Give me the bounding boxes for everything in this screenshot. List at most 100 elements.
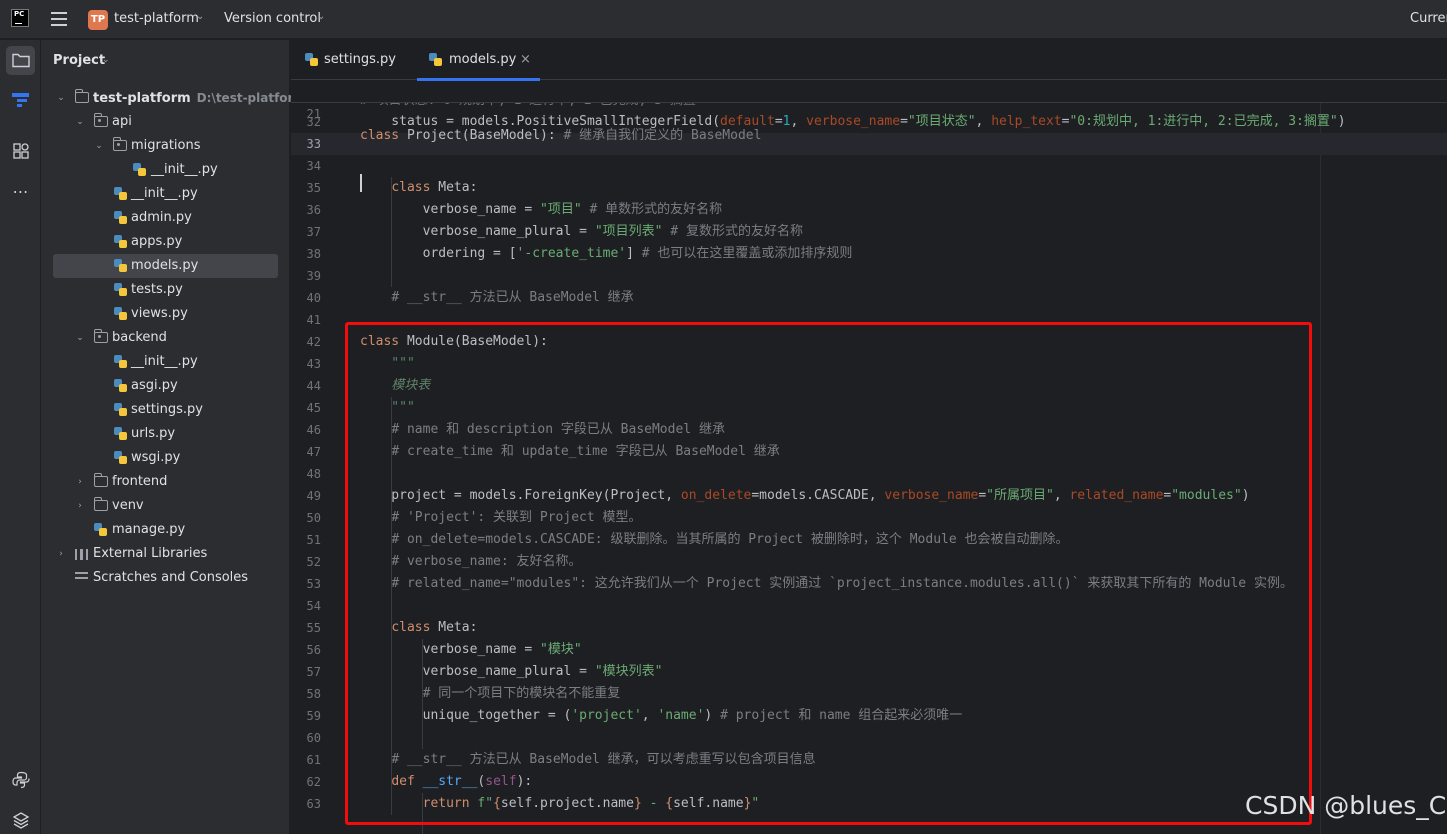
- tree-item-api[interactable]: ⌄ api: [53, 110, 278, 134]
- tree-item-scratches[interactable]: Scratches and Consoles: [53, 566, 278, 590]
- code-line[interactable]: 36 verbose_name = "项目" # 单数形式的友好名称: [291, 199, 1447, 221]
- folder-icon[interactable]: [6, 46, 35, 75]
- code-line[interactable]: 49 project = models.ForeignKey(Project, …: [291, 485, 1447, 507]
- code-line[interactable]: 50 # 'Project': 关联到 Project 模型。: [291, 507, 1447, 529]
- tree-item-file[interactable]: __init__.py: [53, 350, 278, 374]
- chevron-down-icon[interactable]: ⌄: [74, 110, 86, 134]
- chevron-down-icon[interactable]: ⌄: [317, 11, 325, 22]
- line-number: 40: [306, 291, 321, 305]
- chevron-down-icon[interactable]: ⌄: [196, 11, 204, 22]
- code-line[interactable]: 45 """: [291, 397, 1447, 419]
- code-line[interactable]: 53 # related_name="modules": 这允许我们从一个 Pr…: [291, 573, 1447, 595]
- project-badge[interactable]: TP: [88, 10, 108, 30]
- line-number: 35: [306, 181, 321, 195]
- tree-item-backend[interactable]: ⌄ backend: [53, 326, 278, 350]
- package-icon: [94, 113, 108, 127]
- chevron-down-icon[interactable]: ⌄: [55, 86, 67, 110]
- python-file-icon: [94, 523, 107, 536]
- tree-item-file[interactable]: manage.py: [53, 518, 278, 542]
- code-area[interactable]: 21 class Project(BaseModel): # 继承自我们定义的 …: [291, 81, 1447, 834]
- line-number: 60: [306, 731, 321, 745]
- line-number: 62: [306, 775, 321, 789]
- chevron-down-icon[interactable]: ⌄: [74, 326, 86, 350]
- line-number: 58: [306, 687, 321, 701]
- vcs-widget[interactable]: Version control: [224, 11, 321, 26]
- panel-title[interactable]: Project: [53, 53, 105, 68]
- code-line[interactable]: 48: [291, 463, 1447, 485]
- more-icon[interactable]: ⋯: [6, 177, 35, 206]
- tree-item-migrations[interactable]: ⌄ migrations: [53, 134, 278, 158]
- tree-item-file[interactable]: settings.py: [53, 398, 278, 422]
- chevron-right-icon[interactable]: ›: [74, 494, 86, 518]
- code-line[interactable]: 52 # verbose_name: 友好名称。: [291, 551, 1447, 573]
- pycharm-logo-icon[interactable]: PC: [11, 9, 29, 27]
- tree-item-venv[interactable]: › venv: [53, 494, 278, 518]
- code-line[interactable]: 41: [291, 309, 1447, 331]
- tree-item-file[interactable]: admin.py: [53, 206, 278, 230]
- code-line[interactable]: 62 def __str__(self):: [291, 771, 1447, 793]
- tab-settings-py[interactable]: settings.py: [303, 40, 413, 80]
- tree-item-file[interactable]: views.py: [53, 302, 278, 326]
- python-file-icon: [114, 379, 127, 392]
- sticky-line[interactable]: 21 class Project(BaseModel): # 继承自我们定义的 …: [291, 81, 1447, 143]
- chevron-down-icon[interactable]: ⌄: [102, 55, 110, 65]
- code-line[interactable]: 60: [291, 727, 1447, 749]
- code-line[interactable]: 34: [291, 155, 1447, 177]
- code-line[interactable]: 61 # __str__ 方法已从 BaseModel 继承，可以考虑重写以包含…: [291, 749, 1447, 771]
- code-text: verbose_name_plural = "项目列表" # 复数形式的友好名称: [360, 224, 803, 239]
- code-line[interactable]: 47 # create_time 和 update_time 字段已从 Base…: [291, 441, 1447, 463]
- line-number: 43: [306, 357, 321, 371]
- code-line[interactable]: 35 class Meta:: [291, 177, 1447, 199]
- python-file-icon: [114, 187, 127, 200]
- tree-item-file[interactable]: apps.py: [53, 230, 278, 254]
- code-text: # __str__ 方法已从 BaseModel 继承: [391, 290, 634, 305]
- code-line[interactable]: 46 # name 和 description 字段已从 BaseModel 继…: [291, 419, 1447, 441]
- code-line[interactable]: 40 # __str__ 方法已从 BaseModel 继承: [291, 287, 1447, 309]
- code-text: ordering = ['-create_time'] # 也可以在这里覆盖或添…: [360, 246, 853, 261]
- tree-item-file[interactable]: __init__.py: [53, 182, 278, 206]
- code-line[interactable]: 38 ordering = ['-create_time'] # 也可以在这里覆…: [291, 243, 1447, 265]
- code-text: # 同一个项目下的模块名不能重复: [422, 686, 621, 701]
- code-line[interactable]: 56 verbose_name = "模块": [291, 639, 1447, 661]
- line-number: 57: [306, 665, 321, 679]
- code-text: verbose_name = "模块": [360, 642, 582, 657]
- code-line[interactable]: 42 class Module(BaseModel):: [291, 331, 1447, 353]
- code-line[interactable]: 39: [291, 265, 1447, 287]
- python-console-icon[interactable]: [6, 766, 35, 795]
- code-line[interactable]: 55 class Meta:: [291, 617, 1447, 639]
- main-menu-icon[interactable]: [51, 12, 67, 26]
- tree-label: venv: [112, 498, 144, 513]
- tab-models-py[interactable]: models.py ×: [417, 40, 540, 81]
- tree-item-file[interactable]: tests.py: [53, 278, 278, 302]
- tree-item-file[interactable]: wsgi.py: [53, 446, 278, 470]
- code-line[interactable]: 58 # 同一个项目下的模块名不能重复: [291, 683, 1447, 705]
- code-line[interactable]: 51 # on_delete=models.CASCADE: 级联删除。当其所属…: [291, 529, 1447, 551]
- tree-item-file[interactable]: asgi.py: [53, 374, 278, 398]
- tree-item-file[interactable]: urls.py: [53, 422, 278, 446]
- project-selector[interactable]: test-platform: [114, 11, 199, 26]
- layers-icon[interactable]: [6, 806, 35, 834]
- code-line[interactable]: 59 unique_together = ('project', 'name')…: [291, 705, 1447, 727]
- code-line[interactable]: 43 """: [291, 353, 1447, 375]
- tree-item-file-selected[interactable]: models.py: [53, 254, 278, 278]
- code-line[interactable]: 44 模块表: [291, 375, 1447, 397]
- line-number: 61: [306, 753, 321, 767]
- close-icon[interactable]: ×: [520, 40, 531, 80]
- chevron-right-icon[interactable]: ›: [55, 542, 67, 566]
- code-line[interactable]: 54: [291, 595, 1447, 617]
- chevron-down-icon[interactable]: ⌄: [93, 134, 105, 158]
- tree-item-frontend[interactable]: › frontend: [53, 470, 278, 494]
- indent-guide: [421, 793, 423, 834]
- code-text: # on_delete=models.CASCADE: 级联删除。当其所属的 P…: [391, 532, 1069, 547]
- tree-item-file[interactable]: __init__.py: [53, 158, 278, 182]
- code-line[interactable]: 57 verbose_name_plural = "模块列表": [291, 661, 1447, 683]
- tree-item-external-libraries[interactable]: › External Libraries: [53, 542, 278, 566]
- plugins-icon[interactable]: [6, 137, 35, 166]
- code-line[interactable]: 37 verbose_name_plural = "项目列表" # 复数形式的友…: [291, 221, 1447, 243]
- tree-item-test-platform[interactable]: ⌄ test-platform D:\test-platform: [53, 86, 306, 110]
- code-text: # create_time 和 update_time 字段已从 BaseMod…: [391, 444, 780, 459]
- line-number: 52: [306, 555, 321, 569]
- chevron-right-icon[interactable]: ›: [74, 470, 86, 494]
- structure-icon[interactable]: [6, 86, 35, 115]
- run-config-selector[interactable]: Curren: [1410, 11, 1447, 26]
